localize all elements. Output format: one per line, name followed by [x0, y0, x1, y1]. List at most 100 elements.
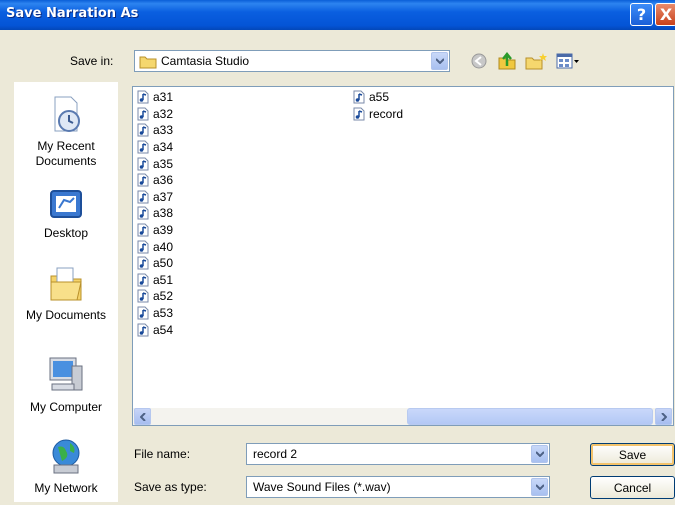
file-item[interactable]: a39	[137, 222, 173, 239]
my-network-icon	[52, 439, 80, 474]
wave-file-icon	[137, 273, 149, 287]
file-item[interactable]: a32	[137, 106, 173, 123]
file-name-dropdown-button[interactable]	[531, 445, 548, 463]
save-as-type-dropdown-button[interactable]	[531, 478, 548, 496]
file-list[interactable]: a31 a32 a33 a34 a35 a36 a37 a38 a39 a40 a50 a51 a52 a…	[132, 86, 674, 426]
file-item[interactable]: a34	[137, 139, 173, 156]
wave-file-icon	[137, 107, 149, 121]
file-name: a31	[153, 90, 174, 105]
scroll-left-button[interactable]	[134, 408, 151, 425]
file-name: a35	[153, 156, 174, 171]
wave-file-icon	[137, 289, 149, 303]
cancel-button[interactable]: Cancel	[590, 476, 675, 499]
recent-documents-icon	[54, 96, 80, 132]
file-name: a53	[153, 306, 174, 321]
file-name-input[interactable]: record 2	[253, 447, 297, 461]
file-column-2: a55 record	[353, 89, 403, 122]
place-my-recent-documents[interactable]: My Recent Documents	[14, 95, 118, 169]
help-button[interactable]: ?	[630, 3, 653, 26]
save-in-dropdown-button[interactable]	[431, 52, 448, 70]
wave-file-icon	[137, 173, 149, 187]
title-bar[interactable]: Save Narration As ? X	[0, 0, 675, 30]
scroll-thumb[interactable]	[407, 408, 653, 425]
file-item[interactable]: a35	[137, 155, 173, 172]
wave-file-icon	[137, 190, 149, 204]
wave-file-icon	[353, 90, 365, 104]
file-name: a33	[153, 123, 174, 138]
wave-file-icon	[137, 240, 149, 254]
file-item[interactable]: a40	[137, 238, 173, 255]
file-name: a52	[153, 289, 174, 304]
file-item[interactable]: a54	[137, 321, 173, 338]
file-item[interactable]: a52	[137, 288, 173, 305]
wave-file-icon	[137, 306, 149, 320]
save-in-value: Camtasia Studio	[161, 54, 250, 68]
place-label: My Documents	[25, 308, 107, 322]
file-name: a55	[369, 90, 390, 105]
wave-file-icon	[137, 123, 149, 137]
place-my-computer[interactable]: My Computer	[14, 354, 118, 415]
chevron-down-icon	[435, 58, 444, 64]
place-label: My Network	[34, 481, 98, 495]
save-button[interactable]: Save	[590, 443, 675, 466]
my-computer-icon	[49, 357, 83, 391]
file-name: a51	[153, 272, 174, 287]
file-name-label: File name:	[134, 447, 191, 461]
wave-file-icon	[137, 256, 149, 270]
wave-file-icon	[137, 140, 149, 154]
place-label: My Recent Documents	[35, 139, 97, 168]
horizontal-scrollbar[interactable]	[133, 408, 673, 425]
file-name-combobox[interactable]: record 2	[246, 443, 550, 465]
file-name: a50	[153, 256, 174, 271]
save-as-type-label: Save as type:	[134, 480, 207, 494]
desktop-icon	[50, 190, 82, 218]
new-folder-icon[interactable]	[524, 52, 548, 70]
back-icon[interactable]	[470, 52, 488, 70]
file-item[interactable]: a37	[137, 189, 173, 206]
places-bar: My Recent Documents Desktop My Documents…	[14, 82, 118, 502]
wave-file-icon	[137, 323, 149, 337]
wave-file-icon	[137, 90, 149, 104]
file-item[interactable]: a31	[137, 89, 173, 106]
place-my-network[interactable]: My Network	[14, 437, 118, 496]
file-column-1: a31 a32 a33 a34 a35 a36 a37 a38 a39 a40 a50 a51 a52 a…	[137, 89, 173, 338]
file-name: a32	[153, 106, 174, 121]
wave-file-icon	[137, 223, 149, 237]
file-name: a36	[153, 173, 174, 188]
file-item[interactable]: a33	[137, 122, 173, 139]
up-folder-icon[interactable]	[497, 52, 517, 70]
chevron-down-icon	[535, 484, 544, 490]
window-title: Save Narration As	[6, 6, 139, 21]
wave-file-icon	[137, 206, 149, 220]
place-my-documents[interactable]: My Documents	[14, 264, 118, 323]
file-name: a54	[153, 322, 174, 337]
file-item[interactable]: a38	[137, 205, 173, 222]
file-item[interactable]: a36	[137, 172, 173, 189]
chevron-left-icon	[139, 412, 146, 421]
my-documents-icon	[50, 267, 82, 301]
place-label: Desktop	[43, 226, 89, 240]
save-in-label: Save in:	[70, 54, 114, 68]
file-item[interactable]: a51	[137, 272, 173, 289]
chevron-down-icon	[535, 451, 544, 457]
wave-file-icon	[353, 107, 365, 121]
file-name: a40	[153, 239, 174, 254]
place-label: My Computer	[29, 400, 103, 414]
file-name: a34	[153, 140, 174, 155]
place-desktop[interactable]: Desktop	[14, 188, 118, 241]
file-item[interactable]: a55	[353, 89, 403, 106]
save-as-type-select[interactable]: Wave Sound Files (*.wav)	[246, 476, 550, 498]
file-item[interactable]: a53	[137, 305, 173, 322]
file-name: a39	[153, 223, 174, 238]
save-as-type-value: Wave Sound Files (*.wav)	[253, 480, 391, 494]
file-name: a37	[153, 189, 174, 204]
scroll-right-button[interactable]	[655, 408, 672, 425]
file-item[interactable]: record	[353, 106, 403, 123]
file-name: record	[369, 106, 404, 121]
save-in-combobox[interactable]: Camtasia Studio	[134, 50, 450, 72]
views-menu-icon[interactable]	[556, 52, 580, 70]
wave-file-icon	[137, 157, 149, 171]
chevron-right-icon	[660, 412, 667, 421]
file-item[interactable]: a50	[137, 255, 173, 272]
close-button[interactable]: X	[655, 3, 675, 26]
